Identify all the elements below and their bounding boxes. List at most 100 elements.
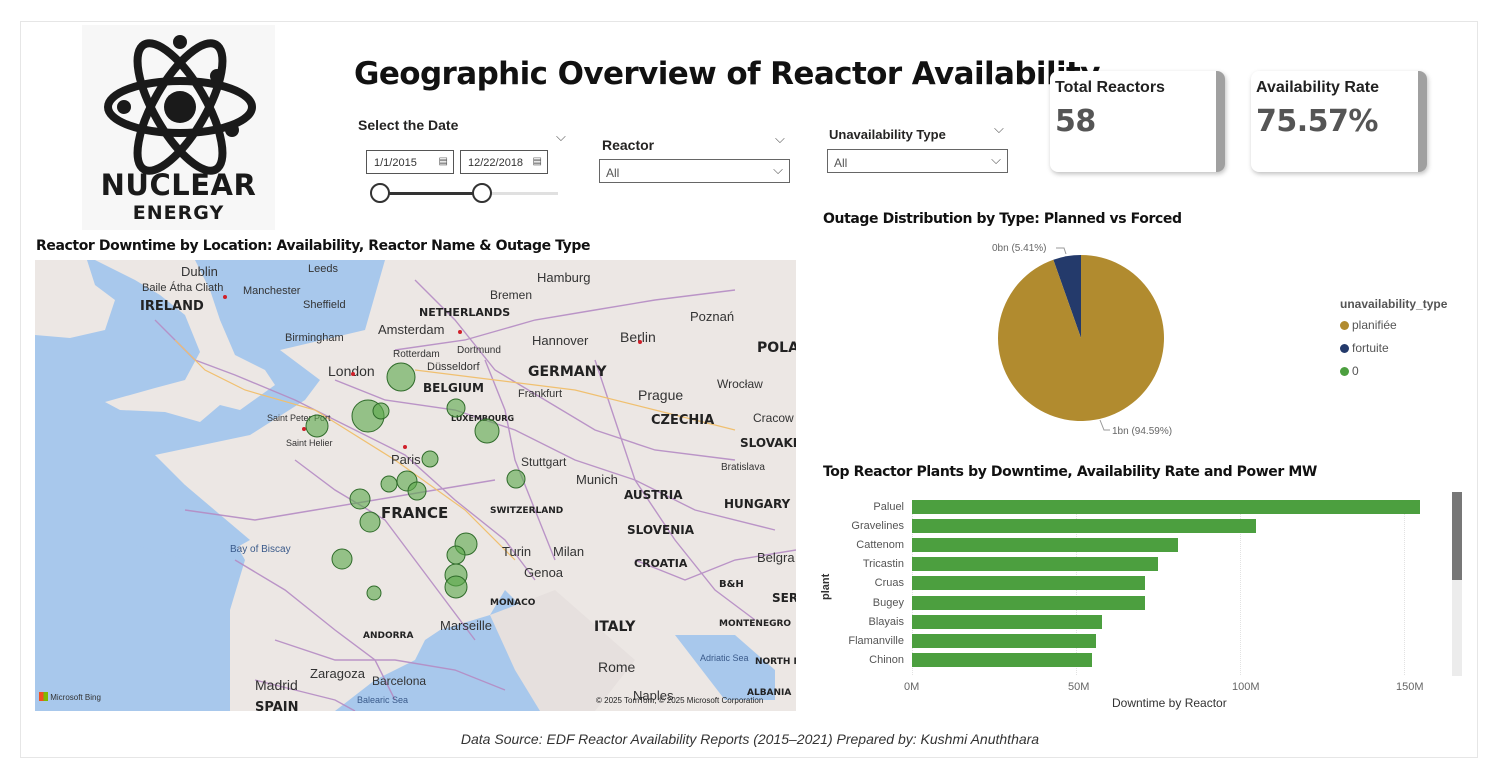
logo-text-energy: ENERGY	[132, 202, 225, 224]
bar-category-label: Cattenom	[856, 539, 904, 552]
start-date-input[interactable]: 1/1/2015 ▤	[366, 150, 454, 174]
kpi-accent-bar	[1418, 71, 1427, 172]
kpi-value: 75.57%	[1256, 104, 1378, 139]
footer-source: Data Source: EDF Reactor Availability Re…	[460, 731, 1040, 747]
pie-legend-title: unavailability_type	[1340, 297, 1448, 311]
date-slider-start-handle[interactable]	[370, 183, 390, 203]
bar-x-axis-label: Downtime by Reactor	[1112, 696, 1227, 710]
chevron-down-icon[interactable]: ⌵	[775, 132, 785, 147]
bar-cattenom[interactable]	[912, 538, 1178, 553]
reactor-bubble[interactable]	[372, 402, 390, 420]
chevron-down-icon[interactable]: ⌵	[556, 130, 566, 145]
bar-chinon[interactable]	[912, 652, 1093, 667]
reactor-bubble[interactable]	[359, 511, 381, 533]
reactor-dropdown[interactable]: All ⌵	[599, 159, 790, 183]
reactor-map[interactable]: Dublin Leeds Baile Átha Cliath Mancheste…	[35, 260, 796, 711]
reactor-bubble[interactable]	[474, 418, 500, 444]
reactor-bubble[interactable]	[366, 585, 382, 601]
bar-category-label: Flamanville	[848, 634, 904, 647]
pie-label-large: 1bn (94.59%)	[1112, 426, 1173, 437]
bar-category-label: Bugey	[872, 596, 904, 609]
pie-leader-line	[1056, 247, 1067, 255]
pie-leader-line	[1099, 419, 1110, 431]
pie-chart	[998, 247, 1164, 431]
kpi-card-total-reactors: Total Reactors 58	[1050, 71, 1225, 172]
reactor-slicer-label: Reactor	[602, 137, 655, 153]
legend-item-zero[interactable]: 0	[1340, 364, 1359, 378]
bar-flamanville[interactable]	[912, 633, 1096, 648]
bar-category-label: Paluel	[873, 501, 904, 513]
logo-text-nuclear: NUCLEAR	[100, 168, 257, 202]
reactor-bubble[interactable]	[444, 575, 468, 599]
bar-bugey[interactable]	[912, 595, 1145, 610]
reactor-bubble[interactable]	[506, 469, 526, 489]
nuclear-energy-logo: NUCLEAR ENERGY	[82, 25, 275, 230]
legend-dot	[1340, 344, 1349, 353]
chevron-down-icon: ⌵	[991, 153, 1001, 168]
start-date-value: 1/1/2015	[374, 157, 417, 169]
end-date-value: 12/22/2018	[468, 157, 524, 169]
legend-item-planifiee[interactable]: planifiée	[1340, 318, 1397, 332]
bar-category-label: Cruas	[874, 577, 904, 590]
reactor-dropdown-value: All	[606, 166, 620, 180]
calendar-icon[interactable]: ▤	[533, 156, 542, 167]
kpi-accent-bar	[1216, 71, 1225, 172]
kpi-value: 58	[1055, 104, 1096, 139]
reactor-bubbles	[305, 362, 526, 601]
date-slider-range	[380, 192, 482, 195]
bar-chart-title: Top Reactor Plants by Downtime, Availabi…	[823, 464, 1317, 480]
pie-slice-planifiée[interactable]	[998, 255, 1164, 421]
map-copyright[interactable]: © 2025 TomTom, © 2025 Microsoft Corporat…	[596, 696, 763, 705]
microsoft-logo-icon	[39, 692, 48, 701]
bar-x-tick-label: 50M	[1068, 681, 1090, 693]
legend-label: planifiée	[1352, 318, 1397, 332]
reactor-bubble[interactable]	[446, 398, 466, 418]
bar-tricastin[interactable]	[912, 557, 1158, 572]
bar-gravelines[interactable]	[912, 519, 1257, 534]
bar-category-label: Blayais	[868, 615, 904, 628]
date-slicer-label: Select the Date	[358, 117, 459, 133]
end-date-input[interactable]: 12/22/2018 ▤	[460, 150, 548, 174]
reactor-bubble[interactable]	[305, 414, 329, 438]
chevron-down-icon: ⌵	[773, 163, 783, 178]
pie-chart-title: Outage Distribution by Type: Planned vs …	[823, 211, 1182, 227]
bar-category-label: Gravelines	[851, 520, 904, 533]
bar-scrollbar-thumb[interactable]	[1452, 492, 1462, 580]
reactor-bubble[interactable]	[421, 450, 439, 468]
reactor-bubble[interactable]	[331, 548, 353, 570]
legend-label: 0	[1352, 364, 1359, 378]
date-slider-end-handle[interactable]	[472, 183, 492, 203]
unavailability-slicer-label: Unavailability Type	[829, 127, 946, 142]
kpi-label: Total Reactors	[1055, 79, 1165, 96]
calendar-icon[interactable]: ▤	[439, 156, 448, 167]
atom-icon	[104, 35, 256, 175]
unavailability-dropdown[interactable]: All ⌵	[827, 149, 1008, 173]
kpi-label: Availability Rate	[1256, 79, 1380, 96]
reactor-bubble[interactable]	[446, 545, 466, 565]
page-title: Geographic Overview of Reactor Availabil…	[354, 56, 1100, 92]
legend-item-fortuite[interactable]: fortuite	[1340, 341, 1389, 355]
bing-attribution-text: Microsoft Bing	[50, 693, 101, 702]
unavailability-dropdown-value: All	[834, 156, 848, 170]
chevron-down-icon[interactable]: ⌵	[994, 122, 1004, 137]
legend-dot	[1340, 367, 1349, 376]
bar-cruas[interactable]	[912, 576, 1145, 591]
bar-blayais[interactable]	[912, 614, 1103, 629]
legend-label: fortuite	[1352, 341, 1389, 355]
bar-gridline	[1404, 500, 1405, 675]
bar-x-tick-label: 100M	[1232, 681, 1260, 693]
reactor-bubble[interactable]	[386, 362, 416, 392]
map-title: Reactor Downtime by Location: Availabili…	[36, 238, 591, 254]
reactor-bubble[interactable]	[380, 475, 398, 493]
legend-dot	[1340, 321, 1349, 330]
bar-paluel[interactable]	[912, 500, 1421, 514]
kpi-card-availability-rate: Availability Rate 75.57%	[1251, 71, 1427, 172]
reactor-bubble[interactable]	[349, 488, 371, 510]
reactor-bubble[interactable]	[407, 481, 427, 501]
pie-label-small: 0bn (5.41%)	[992, 243, 1047, 254]
bar-x-tick-label: 0M	[904, 681, 920, 693]
bing-attribution: Microsoft Bing	[39, 692, 101, 702]
bar-category-label: Tricastin	[862, 558, 904, 571]
bar-category-label: Chinon	[869, 653, 904, 666]
bar-x-tick-label: 150M	[1396, 681, 1424, 693]
